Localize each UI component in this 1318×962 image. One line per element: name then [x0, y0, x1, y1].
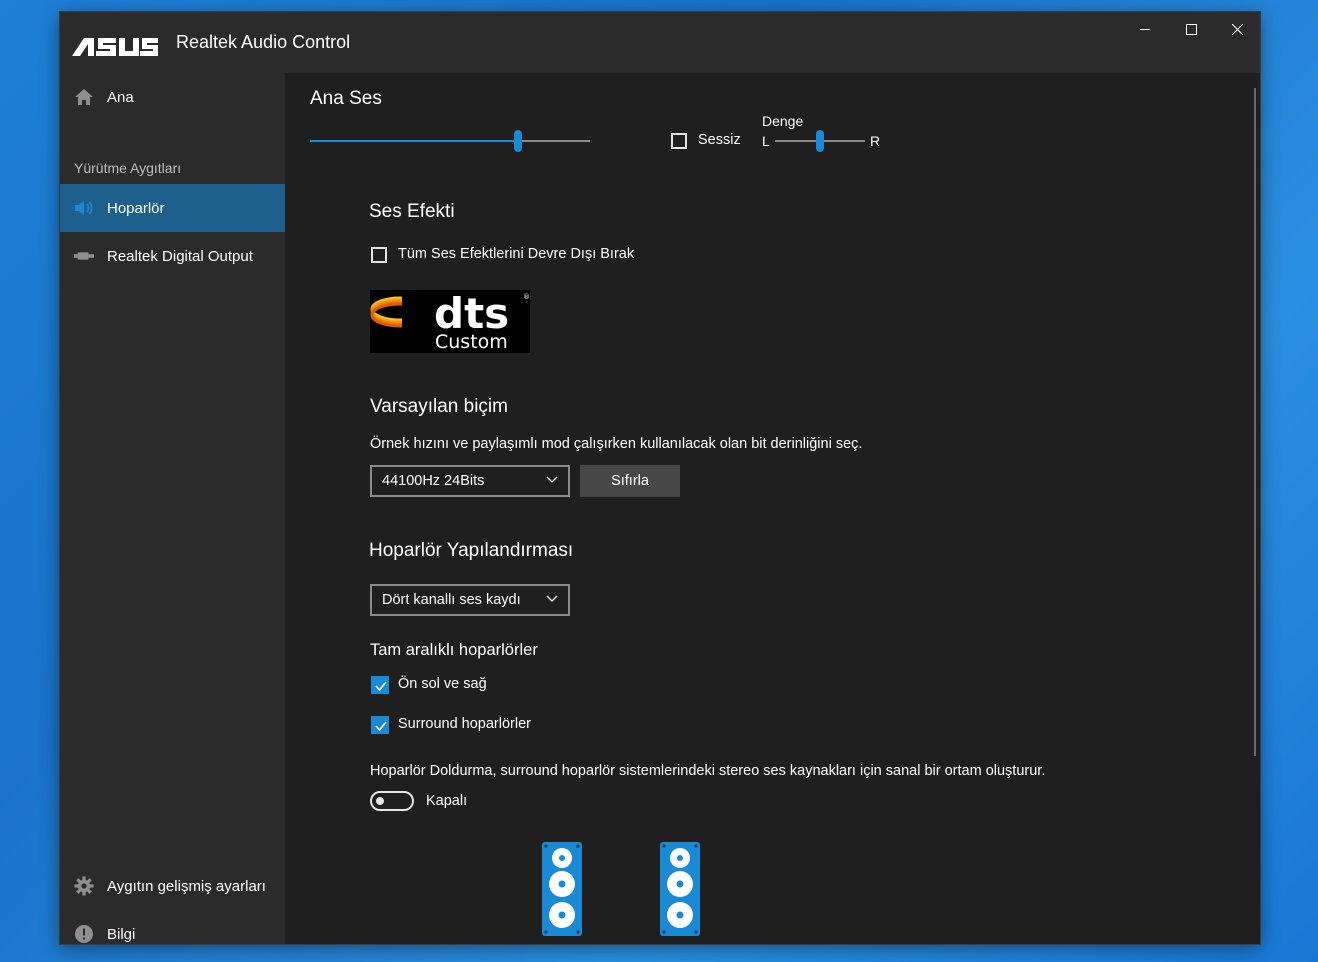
- speaker-fill-description: Hoparlör Doldurma, surround hoparlör sis…: [370, 763, 1046, 779]
- sidebar-item-info[interactable]: Bilgi: [60, 910, 285, 944]
- section-label-playback-devices: Yürütme Aygıtları: [74, 160, 182, 176]
- main-content: Ana Ses Sessiz Denge L R Ses Efekti Tüm …: [285, 73, 1260, 944]
- svg-text:®: ®: [523, 293, 530, 301]
- sidebar-item-label: Realtek Digital Output: [107, 247, 253, 265]
- sidebar-item-speaker[interactable]: Hoparlör: [60, 184, 285, 232]
- toggle-knob: [376, 797, 384, 805]
- vertical-scrollbar[interactable]: [1254, 88, 1256, 756]
- info-icon: [74, 924, 94, 944]
- default-format-title: Varsayılan biçim: [370, 396, 508, 417]
- balance-right-label: R: [870, 133, 881, 149]
- sound-effect-title: Ses Efekti: [369, 201, 455, 222]
- reset-button[interactable]: Sıfırla: [580, 465, 680, 497]
- mute-label: Sessiz: [698, 132, 741, 148]
- mute-checkbox[interactable]: [671, 133, 687, 149]
- balance-label: Denge: [762, 113, 804, 129]
- sidebar-item-digital-output[interactable]: Realtek Digital Output: [60, 232, 285, 280]
- balance-left-label: L: [762, 133, 770, 149]
- sidebar-item-label: Bilgi: [107, 925, 136, 943]
- balance-slider[interactable]: [775, 129, 865, 153]
- disable-all-effects-label: Tüm Ses Efektlerini Devre Dışı Bırak: [398, 246, 635, 262]
- chevron-down-icon: [546, 595, 558, 602]
- main-volume-slider[interactable]: [310, 129, 590, 153]
- chevron-down-icon: [546, 476, 558, 483]
- format-dropdown[interactable]: 44100Hz 24Bits: [370, 465, 570, 497]
- volume-thumb[interactable]: [514, 130, 522, 152]
- speaker-config-dropdown-value: Dört kanallı ses kaydı: [382, 592, 521, 608]
- sidebar-item-label: Ana: [107, 88, 134, 106]
- sidebar-item-home[interactable]: Ana: [60, 73, 285, 121]
- dts-mode-label: Custom: [435, 331, 508, 353]
- minimize-icon: [1139, 28, 1150, 30]
- speaker-config-title: Hoparlör Yapılandırması: [369, 540, 574, 561]
- sidebar-item-label: Aygıtın gelişmiş ayarları: [107, 877, 266, 895]
- speaker-config-dropdown[interactable]: Dört kanallı ses kaydı: [370, 584, 570, 616]
- surround-checkbox[interactable]: [371, 716, 389, 734]
- default-format-description: Örnek hızını ve paylaşımlı mod çalışırke…: [370, 436, 863, 452]
- dts-logo: dts ® Custom: [370, 290, 530, 353]
- title-bar: Realtek Audio Control: [60, 12, 1260, 73]
- app-title: Realtek Audio Control: [176, 32, 351, 52]
- front-lr-checkbox[interactable]: [371, 676, 389, 694]
- front-right-speaker-icon[interactable]: [660, 842, 700, 936]
- checkmark-icon: [375, 721, 387, 732]
- minimize-button[interactable]: [1122, 12, 1168, 46]
- format-dropdown-value: 44100Hz 24Bits: [382, 473, 485, 489]
- asus-logo: [72, 38, 158, 56]
- full-range-title: Tam aralıklı hoparlörler: [370, 641, 538, 659]
- speaker-fill-state: Kapalı: [426, 793, 468, 809]
- close-button[interactable]: [1214, 12, 1260, 46]
- checkmark-icon: [375, 681, 387, 692]
- sidebar-item-advanced-settings[interactable]: Aygıtın gelişmiş ayarları: [60, 862, 285, 910]
- speaker-icon: [74, 198, 94, 218]
- front-left-speaker-icon[interactable]: [542, 842, 582, 936]
- main-volume-title: Ana Ses: [310, 88, 382, 109]
- speaker-fill-toggle[interactable]: [370, 791, 414, 811]
- home-icon: [74, 87, 94, 107]
- front-lr-label: Ön sol ve sağ: [398, 676, 487, 692]
- surround-label: Surround hoparlörler: [398, 716, 531, 732]
- volume-track: [522, 140, 590, 142]
- maximize-icon: [1185, 23, 1197, 35]
- app-window: Realtek Audio Control Ana Yürütme Aygıtl…: [60, 12, 1260, 944]
- gear-icon: [74, 876, 94, 896]
- sidebar-item-label: Hoparlör: [107, 199, 165, 217]
- digital-output-icon: [74, 246, 94, 266]
- close-icon: [1231, 23, 1243, 35]
- volume-fill: [310, 140, 514, 142]
- sidebar: Ana Yürütme Aygıtları Hoparlör Realtek D…: [60, 73, 285, 944]
- balance-thumb[interactable]: [816, 130, 824, 152]
- disable-all-effects-checkbox[interactable]: [371, 247, 387, 263]
- maximize-button[interactable]: [1168, 12, 1214, 46]
